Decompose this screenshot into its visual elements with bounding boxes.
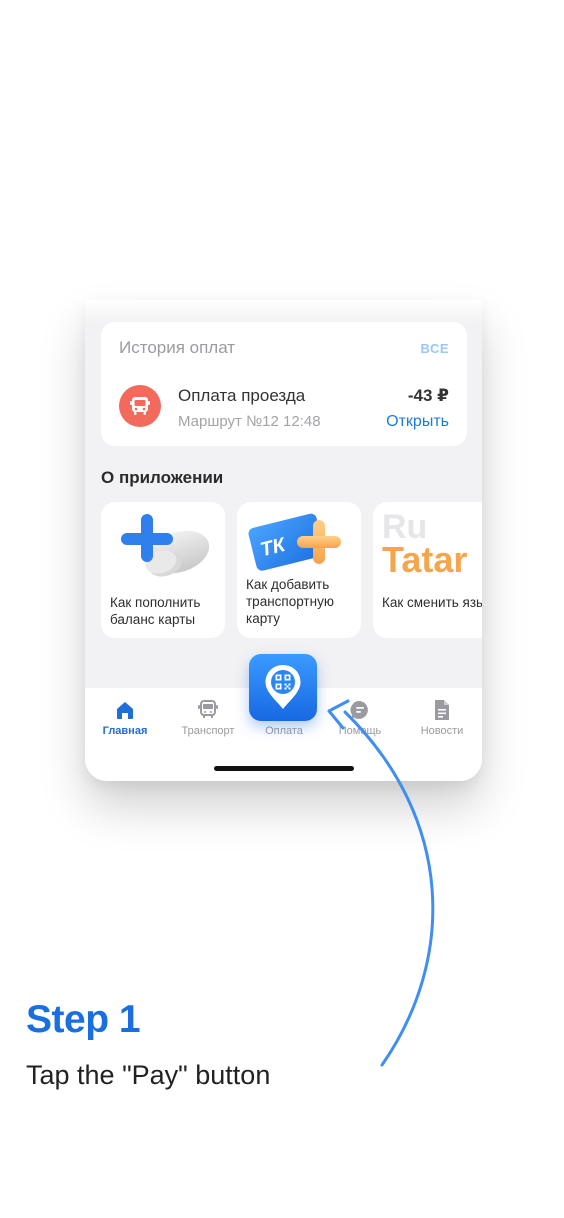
payment-history-title: История оплат [119, 338, 236, 357]
pay-button[interactable] [249, 654, 317, 721]
tab-news[interactable]: Новости [402, 688, 482, 748]
scroll-fade [85, 300, 482, 324]
step-instruction: Tap the "Pay" button [26, 1060, 271, 1090]
transport-card-plus-icon: ТК [248, 513, 341, 571]
view-all-link[interactable]: ВСЕ [421, 341, 449, 356]
about-card-topup[interactable]: Как пополнить баланс карты [101, 502, 225, 638]
qr-pin-icon [265, 665, 301, 709]
transaction-title: Оплата проезда [178, 386, 306, 405]
topup-coins-icon [121, 514, 210, 577]
payment-history-card: История оплат ВСЕ Оплата проезда Маршрут… [101, 322, 467, 446]
tab-transport[interactable]: Транспорт [168, 688, 248, 748]
about-card-add-card-label: Как добавить транспортную карту [246, 577, 334, 626]
transaction-route-time: Маршрут №12 12:48 [178, 413, 321, 430]
language-art-tatar: Tatar [382, 539, 468, 580]
document-icon [435, 700, 449, 720]
bus-icon [119, 385, 161, 427]
home-indicator [214, 766, 354, 771]
tab-help[interactable]: Помощь [320, 688, 400, 748]
tab-pay-label: Оплата [265, 725, 303, 737]
tab-transport-label: Транспорт [181, 725, 235, 737]
transaction-amount: -43 ₽ [407, 386, 449, 405]
tab-news-label: Новости [420, 725, 464, 737]
about-card-topup-label: Как пополнить баланс карты [110, 595, 201, 627]
about-app-heading: О приложении [101, 468, 224, 487]
tab-home[interactable]: Главная [85, 688, 165, 748]
step-title: Step 1 [26, 998, 141, 1041]
open-transaction-link[interactable]: Открыть [386, 413, 449, 431]
about-card-add-card[interactable]: ТК Как добавить транспортную карту [237, 502, 361, 638]
about-card-language-label: Как сменить язык [382, 595, 482, 610]
home-icon [117, 702, 133, 719]
about-card-language[interactable]: Ru Tatar Как сменить язык [373, 502, 482, 638]
bus-icon [198, 700, 218, 718]
tab-help-label: Помощь [338, 725, 382, 737]
tab-home-label: Главная [102, 725, 148, 737]
chat-icon [350, 700, 368, 719]
